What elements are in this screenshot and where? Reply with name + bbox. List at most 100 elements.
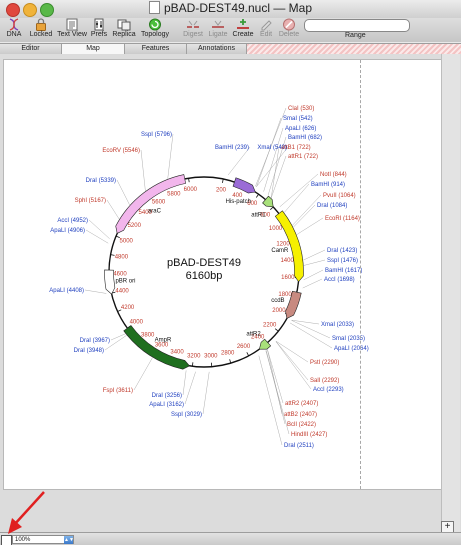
prefs-button[interactable]: Prefs <box>89 18 109 42</box>
restriction-site-label[interactable]: SalI (2292) <box>310 378 339 384</box>
text-view-label: Text View <box>57 31 87 38</box>
range-input[interactable] <box>304 19 410 32</box>
digest-label: Digest <box>183 31 203 38</box>
digest-button[interactable]: Digest <box>181 18 205 42</box>
restriction-site-label[interactable]: DraI (3256) <box>152 393 182 399</box>
feature-arc[interactable] <box>104 269 116 295</box>
restriction-site-label[interactable]: SmaI (542) <box>283 116 313 122</box>
map-view[interactable]: 200 400 600 800 1000 1200 1400 1600 1800 2000 2200… <box>0 54 461 532</box>
lock-icon <box>36 18 46 31</box>
zoom-select[interactable]: 100% ▲▼ <box>12 535 74 544</box>
restriction-site-label[interactable]: ApaLI (626) <box>285 126 316 132</box>
restriction-site-label[interactable]: PvuII (1064) <box>323 193 356 199</box>
restriction-site-label[interactable]: SphI (5167) <box>75 198 106 204</box>
site-leader-line <box>85 229 109 244</box>
text-view-button[interactable]: Text View <box>56 18 88 42</box>
locked-button[interactable]: Locked <box>28 18 54 42</box>
restriction-site-label[interactable]: BamHI (1617) <box>325 268 362 274</box>
site-leader-line <box>284 183 310 213</box>
site-leader-line <box>116 179 130 206</box>
restriction-site-label[interactable]: AccI (2293) <box>313 387 344 393</box>
site-leader-line <box>133 357 153 391</box>
site-leader-line <box>84 289 107 294</box>
restriction-site-label[interactable]: SspI (1476) <box>327 258 358 264</box>
app-window: pBAD-DEST49.nucl — Map DNA Locked Text V… <box>0 0 461 545</box>
window-title-wrap: pBAD-DEST49.nucl — Map <box>0 1 461 15</box>
topology-button[interactable]: Topology <box>139 18 171 42</box>
restriction-site-label[interactable]: attR2 (2407) <box>285 401 318 407</box>
restriction-site-label[interactable]: SspI (5796) <box>141 132 172 138</box>
restriction-site-label[interactable]: NotI (844) <box>320 172 347 178</box>
restriction-site-label[interactable]: HindIII (2427) <box>291 432 327 438</box>
feature-label: attR2 <box>246 332 261 338</box>
tick-label: 4600 <box>113 272 127 278</box>
restriction-site-label[interactable]: BclI (2422) <box>287 422 316 428</box>
create-button[interactable]: Create <box>231 18 255 42</box>
restriction-site-label[interactable]: DraI (5339) <box>86 178 116 184</box>
tick-label: 6000 <box>184 187 198 193</box>
restriction-site-label[interactable]: ClaI (530) <box>288 106 314 112</box>
site-leader-line <box>263 127 284 192</box>
restriction-site-label[interactable]: DraI (1423) <box>327 248 357 254</box>
edit-label: Edit <box>259 31 273 38</box>
feature-label: ccdB <box>271 298 284 304</box>
delete-button[interactable]: Delete <box>277 18 301 42</box>
delete-icon <box>283 18 295 31</box>
restriction-site-label[interactable]: ApaLI (3162) <box>149 402 184 408</box>
replica-button[interactable]: Replica <box>111 18 137 42</box>
dna-button[interactable]: DNA <box>2 18 26 42</box>
restriction-site-label[interactable]: EcoRV (5546) <box>102 148 140 154</box>
restriction-site-label[interactable]: SspI (3029) <box>171 412 202 418</box>
restriction-site-label[interactable]: ApaLI (4906) <box>50 228 85 234</box>
restriction-site-label[interactable]: ApaLI (4408) <box>49 288 84 294</box>
window-title: pBAD-DEST49.nucl — Map <box>163 1 313 15</box>
restriction-site-label[interactable]: EcoRI (1164) <box>325 216 360 222</box>
replica-label: Replica <box>112 31 136 38</box>
tick-label: 4400 <box>115 289 129 295</box>
restriction-site-label[interactable]: DraI (2511) <box>284 443 314 449</box>
feature-label: pBR ori <box>115 278 135 284</box>
restriction-site-label[interactable]: XmaI (2033) <box>321 322 354 328</box>
tick-label: 5000 <box>120 238 134 244</box>
restriction-site-label[interactable]: DraI (3948) <box>74 348 104 354</box>
map-page: 200 400 600 800 1000 1200 1400 1600 1800 2000 2200… <box>3 59 442 490</box>
restriction-site-label[interactable]: DraI (3967) <box>80 338 110 344</box>
tab-features[interactable]: Features <box>125 44 187 54</box>
vertical-scrollbar[interactable] <box>441 54 460 532</box>
tab-annotations[interactable]: Annotations <box>187 44 247 54</box>
restriction-site-label[interactable]: AccI (1698) <box>324 277 355 283</box>
chevron-down-icon: ▲▼ <box>64 536 74 544</box>
restriction-site-label[interactable]: attB2 (2407) <box>284 412 317 418</box>
ligate-button[interactable]: Ligate <box>207 18 229 42</box>
tab-bar-filler <box>247 44 461 54</box>
site-leader-line <box>303 269 324 281</box>
restriction-site-label[interactable]: AccI (4952) <box>57 218 88 224</box>
plasmid-map[interactable]: 2004006008001000120014001600180020002200… <box>4 60 441 489</box>
feature-label: His-patch <box>226 199 251 205</box>
restriction-site-label[interactable]: ApaLI (2064) <box>334 346 369 352</box>
locked-label: Locked <box>29 31 53 38</box>
restriction-site-label[interactable]: XmaI (540) <box>257 145 287 151</box>
restriction-site-label[interactable]: DraI (1084) <box>317 203 347 209</box>
feature-arc[interactable] <box>115 174 187 234</box>
site-leader-line <box>275 341 312 390</box>
site-leader-line <box>227 146 251 176</box>
ligate-icon <box>212 20 224 28</box>
site-leader-line <box>303 249 326 261</box>
tab-editor[interactable]: Editor <box>0 44 62 54</box>
prefs-label: Prefs <box>90 31 108 38</box>
feature-arc[interactable] <box>232 177 256 194</box>
page-setup-icon[interactable] <box>1 535 12 545</box>
restriction-site-label[interactable]: BamHI (914) <box>311 182 345 188</box>
tab-map[interactable]: Map <box>62 44 125 54</box>
site-leader-line <box>202 371 210 415</box>
site-leader-line <box>256 146 289 187</box>
restriction-site-label[interactable]: PstI (2290) <box>310 360 339 366</box>
tick-label: 1600 <box>281 275 295 281</box>
edit-button[interactable]: Edit <box>257 18 275 42</box>
edit-icon <box>261 20 272 31</box>
restriction-site-label[interactable]: BamHI (239) <box>215 145 249 151</box>
restriction-site-label[interactable]: attR1 (722) <box>288 154 318 160</box>
restriction-site-label[interactable]: FspI (3611) <box>103 388 133 394</box>
restriction-site-label[interactable]: BamHI (682) <box>288 135 322 141</box>
